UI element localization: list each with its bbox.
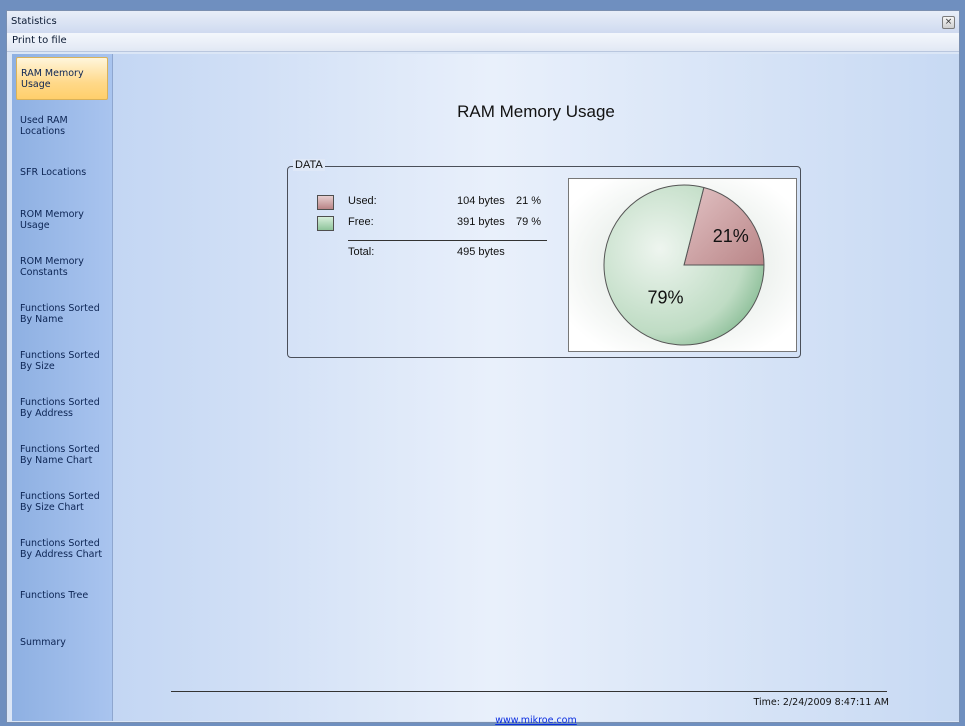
free-percent: 79 % (516, 216, 542, 228)
sidebar-item-label: Functions Sorted By Address (20, 396, 100, 419)
timestamp: Time: 2/24/2009 8:47:11 AM (753, 697, 889, 708)
pie-chart-panel: 21% 79% (568, 178, 797, 352)
close-icon[interactable]: × (942, 16, 955, 29)
free-color-swatch (317, 216, 334, 231)
sidebar-item-functions-tree[interactable]: Functions Tree (16, 574, 108, 617)
used-percent: 21 % (516, 195, 542, 207)
sidebar-item-sfr-locations[interactable]: SFR Locations (16, 151, 108, 194)
sidebar-item-used-ram-locations[interactable]: Used RAM Locations (16, 104, 108, 147)
sidebar-item-label: Functions Sorted By Name (20, 302, 100, 325)
pie-chart: 21% 79% (569, 179, 796, 351)
sidebar: RAM Memory Usage Used RAM Locations SFR Lo… (12, 54, 113, 721)
total-divider (348, 240, 547, 241)
statistics-window: Statistics × Print to file RAM Memory Us… (6, 10, 960, 726)
free-label: Free: (348, 216, 374, 228)
sidebar-item-ram-memory-usage[interactable]: RAM Memory Usage (16, 57, 108, 100)
used-label: Used: (348, 195, 377, 207)
sidebar-item-functions-sorted-by-name-chart[interactable]: Functions Sorted By Name Chart (16, 433, 108, 476)
pie-label-free: 79% (647, 288, 683, 308)
sidebar-item-functions-sorted-by-size-chart[interactable]: Functions Sorted By Size Chart (16, 480, 108, 523)
print-to-file-menu[interactable]: Print to file (12, 35, 67, 46)
sidebar-item-label: ROM Memory Usage (20, 208, 84, 231)
sidebar-item-label: Functions Tree (20, 590, 89, 601)
sidebar-item-label: Used RAM Locations (20, 114, 68, 137)
sidebar-item-summary[interactable]: Summary (16, 621, 108, 664)
sidebar-item-label: Functions Sorted By Address Chart (20, 537, 103, 560)
group-label: DATA (293, 159, 325, 171)
sidebar-item-label: Functions Sorted By Name Chart (20, 443, 100, 466)
print-to-file-label: Print to file (12, 35, 67, 46)
title-bar: Statistics × (7, 11, 959, 33)
total-bytes: 495 bytes (457, 246, 505, 258)
used-color-swatch (317, 195, 334, 210)
pie-label-used: 21% (713, 226, 749, 246)
sidebar-item-label: ROM Memory Constants (20, 255, 84, 278)
used-bytes: 104 bytes (457, 195, 505, 207)
main-content: RAM Memory Usage DATA Used: 104 bytes 21… (113, 54, 959, 726)
sidebar-item-rom-memory-constants[interactable]: ROM Memory Constants (16, 245, 108, 288)
free-bytes: 391 bytes (457, 216, 505, 228)
sidebar-item-functions-sorted-by-address[interactable]: Functions Sorted By Address (16, 386, 108, 429)
sidebar-item-functions-sorted-by-address-chart[interactable]: Functions Sorted By Address Chart (16, 527, 108, 570)
total-label: Total: (348, 246, 375, 258)
sidebar-item-functions-sorted-by-name[interactable]: Functions Sorted By Name (16, 292, 108, 335)
menu-bar: Print to file (7, 33, 959, 52)
sidebar-item-label: SFR Locations (20, 167, 87, 178)
sidebar-item-rom-memory-usage[interactable]: ROM Memory Usage (16, 198, 108, 241)
sidebar-item-label: Summary (20, 637, 66, 648)
data-groupbox: DATA Used: 104 bytes 21 % Free: 391 byte… (287, 159, 801, 358)
sidebar-item-label: Functions Sorted By Size (20, 349, 100, 372)
mikroe-link[interactable]: www.mikroe.com (113, 715, 959, 726)
sidebar-item-label: Functions Sorted By Size Chart (20, 490, 100, 513)
window-title: Statistics (11, 16, 57, 27)
page-title: RAM Memory Usage (457, 102, 615, 121)
sidebar-item-functions-sorted-by-size[interactable]: Functions Sorted By Size (16, 339, 108, 382)
sidebar-item-label: RAM Memory Usage (21, 67, 84, 90)
footer-divider (171, 691, 887, 692)
